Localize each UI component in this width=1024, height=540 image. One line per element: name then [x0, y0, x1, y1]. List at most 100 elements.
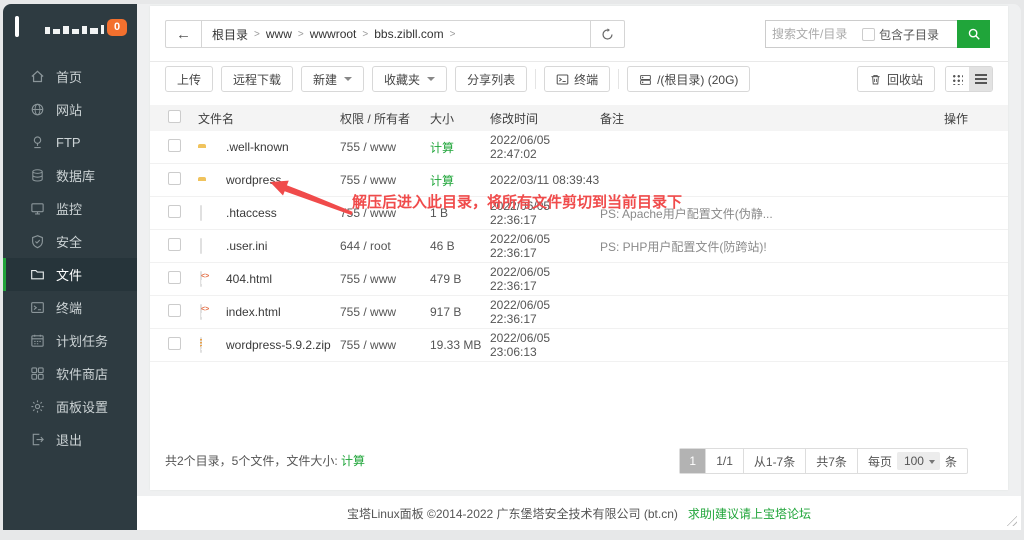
- sidebar-item-ftp[interactable]: FTP: [3, 126, 137, 159]
- file-table-body: .well-known 755 / www 计算 2022/06/05 22:4…: [150, 131, 1008, 362]
- refresh-button[interactable]: [590, 21, 624, 47]
- sidebar-item-logout[interactable]: 退出: [3, 423, 137, 456]
- col-header-name[interactable]: 文件名: [198, 110, 340, 127]
- grid-view-button[interactable]: [946, 67, 969, 91]
- file-manager-card: ← 根目录 > www > wwwroot > bbs.zibll.com >: [150, 6, 1008, 490]
- sidebar-item-terminal[interactable]: 终端: [3, 291, 137, 324]
- html-file-icon: <>HTML: [198, 272, 202, 286]
- calc-size-link[interactable]: 计算: [430, 174, 454, 188]
- breadcrumb-separator: >: [254, 29, 260, 40]
- page-info: 1/1: [706, 449, 744, 473]
- back-button[interactable]: ←: [166, 21, 202, 47]
- resize-grip[interactable]: [1004, 513, 1017, 526]
- table-row[interactable]: <>HTML 404.html 755 / www 479 B 2022/06/…: [150, 263, 1008, 296]
- new-button[interactable]: 新建: [301, 66, 364, 92]
- col-header-size[interactable]: 大小: [430, 110, 490, 127]
- row-checkbox[interactable]: [168, 139, 181, 152]
- trash-icon: [869, 73, 882, 86]
- search-button[interactable]: [957, 20, 990, 48]
- terminal-button[interactable]: 终端: [544, 66, 610, 92]
- table-row[interactable]: ZIP wordpress-5.9.2.zip 755 / www 19.33 …: [150, 329, 1008, 362]
- refresh-icon: [601, 28, 614, 41]
- file-name[interactable]: wordpress-5.9.2.zip: [226, 338, 340, 352]
- table-row[interactable]: .well-known 755 / www 计算 2022/06/05 22:4…: [150, 131, 1008, 164]
- logout-icon: [30, 432, 46, 448]
- file-mtime: 2022/06/05 22:36:17: [490, 298, 600, 326]
- row-checkbox[interactable]: [168, 172, 181, 185]
- main-content: ← 根目录 > www > wwwroot > bbs.zibll.com >: [137, 4, 1021, 530]
- message-count-badge[interactable]: 0: [107, 19, 127, 36]
- breadcrumb: 根目录 > www > wwwroot > bbs.zibll.com >: [202, 21, 590, 47]
- table-row[interactable]: <>HTML index.html 755 / www 917 B 2022/0…: [150, 296, 1008, 329]
- sidebar-item-home[interactable]: 首页: [3, 60, 137, 93]
- sidebar-item-settings[interactable]: 面板设置: [3, 390, 137, 423]
- share-list-button[interactable]: 分享列表: [455, 66, 527, 92]
- file-name[interactable]: 404.html: [226, 272, 340, 286]
- file-icon: [198, 206, 202, 220]
- page-number-active[interactable]: 1: [680, 449, 706, 473]
- list-view-button[interactable]: [969, 67, 992, 91]
- row-checkbox[interactable]: [168, 337, 181, 350]
- breadcrumb-part[interactable]: bbs.zibll.com: [374, 27, 443, 41]
- app-window: 0 首页 网站 FTP 数据库 监控 安全 文件 终端 计划任务 软: [3, 4, 1021, 530]
- sidebar-item-monitor[interactable]: 监控: [3, 192, 137, 225]
- sidebar-item-website[interactable]: 网站: [3, 93, 137, 126]
- list-view-icon: [975, 74, 987, 84]
- calc-size-link[interactable]: 计算: [341, 454, 365, 468]
- include-subdir-checkbox[interactable]: [862, 28, 875, 41]
- col-header-mtime[interactable]: 修改时间: [490, 110, 600, 127]
- select-all-checkbox[interactable]: [168, 110, 181, 123]
- per-page-select[interactable]: 100: [897, 452, 940, 470]
- disk-root-button[interactable]: /(根目录) (20G): [627, 66, 750, 92]
- sidebar-item-files[interactable]: 文件: [3, 258, 137, 291]
- breadcrumb-part[interactable]: wwwroot: [310, 27, 357, 41]
- row-checkbox[interactable]: [168, 205, 181, 218]
- breadcrumb-separator: >: [298, 29, 304, 40]
- include-subdir-option[interactable]: 包含子目录: [862, 26, 945, 43]
- file-name[interactable]: .user.ini: [226, 239, 340, 253]
- zip-file-icon: ZIP: [198, 338, 202, 352]
- file-icon: [198, 239, 202, 253]
- search-box: 包含子目录: [765, 20, 957, 48]
- calc-size-link[interactable]: 计算: [430, 141, 454, 155]
- file-name[interactable]: .well-known: [226, 140, 340, 154]
- disk-icon: [639, 73, 652, 86]
- chevron-down-icon: [427, 77, 435, 81]
- app-logo[interactable]: 0: [3, 4, 137, 50]
- remote-download-button[interactable]: 远程下载: [221, 66, 293, 92]
- footer-help-link[interactable]: 求助|建议请上宝塔论坛: [688, 505, 811, 522]
- terminal-icon: [30, 300, 46, 316]
- row-checkbox[interactable]: [168, 304, 181, 317]
- toolbar-divider: [618, 69, 619, 89]
- file-name[interactable]: index.html: [226, 305, 340, 319]
- search-input[interactable]: [766, 27, 862, 41]
- col-header-perm: 权限 / 所有者: [340, 110, 430, 127]
- include-subdir-label: 包含子目录: [879, 26, 939, 43]
- file-note: PS: PHP用户配置文件(防跨站)!: [600, 238, 908, 255]
- file-size: 计算: [430, 172, 490, 189]
- sidebar-item-cron[interactable]: 计划任务: [3, 324, 137, 357]
- file-perm: 644 / root: [340, 239, 430, 253]
- recycle-bin-button[interactable]: 回收站: [857, 66, 935, 92]
- breadcrumb-separator: >: [450, 29, 456, 40]
- table-row[interactable]: .user.ini 644 / root 46 B 2022/06/05 22:…: [150, 230, 1008, 263]
- breadcrumb-separator: >: [362, 29, 368, 40]
- breadcrumb-bar: ← 根目录 > www > wwwroot > bbs.zibll.com >: [165, 20, 625, 48]
- file-size: 46 B: [430, 239, 490, 253]
- sidebar-item-security[interactable]: 安全: [3, 225, 137, 258]
- gear-icon: [30, 399, 46, 415]
- file-perm: 755 / www: [340, 173, 430, 187]
- breadcrumb-part[interactable]: 根目录: [212, 26, 248, 43]
- file-perm: 755 / www: [340, 338, 430, 352]
- breadcrumb-part[interactable]: www: [266, 27, 292, 41]
- row-checkbox[interactable]: [168, 238, 181, 251]
- favorites-button[interactable]: 收藏夹: [372, 66, 447, 92]
- sidebar-item-database[interactable]: 数据库: [3, 159, 137, 192]
- annotation-text: 解压后进入此目录，将所有文件剪切到当前目录下: [352, 191, 682, 212]
- toolbar-divider: [535, 69, 536, 89]
- row-checkbox[interactable]: [168, 271, 181, 284]
- upload-button[interactable]: 上传: [165, 66, 213, 92]
- file-size: 479 B: [430, 272, 490, 286]
- col-header-action: 操作: [908, 110, 968, 127]
- sidebar-item-appstore[interactable]: 软件商店: [3, 357, 137, 390]
